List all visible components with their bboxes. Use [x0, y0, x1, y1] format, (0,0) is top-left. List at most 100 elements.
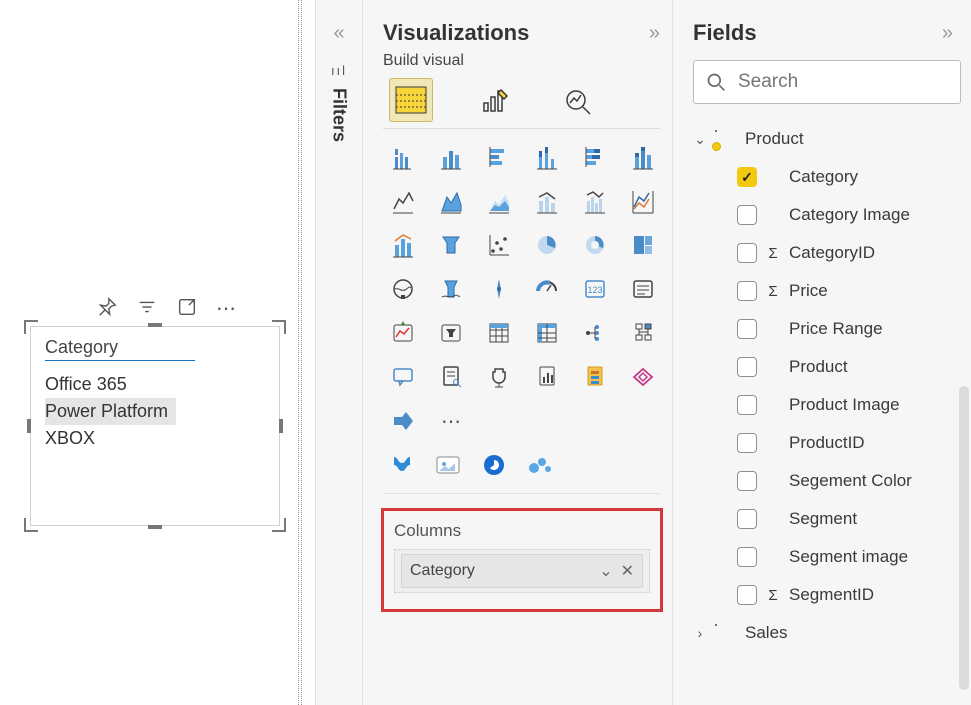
custom-visual-3-icon[interactable]	[479, 451, 509, 479]
viz-type-icon[interactable]	[383, 183, 423, 219]
field-checkbox[interactable]	[737, 509, 757, 529]
viz-type-icon[interactable]	[479, 139, 519, 175]
field-checkbox[interactable]	[737, 585, 757, 605]
fields-search-box[interactable]	[693, 60, 961, 104]
fields-column-row[interactable]: Category Image	[693, 196, 971, 234]
field-checkbox[interactable]	[737, 167, 757, 187]
field-checkbox[interactable]	[737, 243, 757, 263]
fields-column-row[interactable]: ΣPrice	[693, 272, 971, 310]
pin-icon[interactable]	[96, 296, 118, 323]
field-dropdown-icon[interactable]: ⌄	[599, 561, 612, 581]
viz-type-icon[interactable]	[527, 227, 567, 263]
fields-column-row[interactable]: ΣCategoryID	[693, 234, 971, 272]
viz-type-icon[interactable]	[479, 183, 519, 219]
custom-visual-2-icon[interactable]	[433, 451, 463, 479]
search-input[interactable]	[736, 70, 948, 94]
fields-column-row[interactable]: Segement Color	[693, 462, 971, 500]
fields-column-row[interactable]: Price Range	[693, 310, 971, 348]
slicer-visual[interactable]: Category Office 365Power PlatformXBOX	[30, 326, 280, 526]
viz-type-icon[interactable]	[527, 359, 567, 395]
visualization-type-grid: 123 ⋯	[383, 137, 660, 441]
field-checkbox[interactable]	[737, 395, 757, 415]
caret-icon[interactable]: ›	[693, 625, 707, 641]
viz-type-icon[interactable]	[479, 271, 519, 307]
custom-visual-4-icon[interactable]	[525, 451, 555, 479]
sigma-icon: Σ	[765, 587, 781, 604]
field-checkbox[interactable]	[737, 205, 757, 225]
viz-type-icon[interactable]	[383, 403, 423, 439]
tab-format-visual[interactable]	[473, 78, 517, 122]
more-options-icon[interactable]: ⋯	[216, 296, 236, 323]
viz-type-icon[interactable]	[575, 315, 615, 351]
tab-build-visual[interactable]	[389, 78, 433, 122]
slicer-item[interactable]: Office 365	[45, 371, 265, 398]
viz-type-icon[interactable]	[383, 227, 423, 263]
viz-type-icon[interactable]	[431, 271, 471, 307]
fields-column-row[interactable]: ProductID	[693, 424, 971, 462]
viz-type-icon[interactable]: 123	[575, 271, 615, 307]
fields-column-row[interactable]: Product Image	[693, 386, 971, 424]
viz-type-icon[interactable]	[383, 139, 423, 175]
custom-visual-1-icon[interactable]	[387, 451, 417, 479]
viz-type-icon[interactable]	[431, 183, 471, 219]
viz-type-icon[interactable]	[431, 139, 471, 175]
slicer-item[interactable]: Power Platform	[45, 398, 176, 425]
viz-type-icon[interactable]	[575, 139, 615, 175]
fields-column-row[interactable]: Category	[693, 158, 971, 196]
viz-type-icon[interactable]	[527, 271, 567, 307]
viz-type-icon[interactable]	[575, 227, 615, 263]
slicer-item[interactable]: XBOX	[45, 425, 265, 452]
fields-table-row[interactable]: › Sales	[693, 614, 971, 652]
caret-icon[interactable]: ⌄	[693, 131, 707, 148]
viz-type-icon[interactable]	[431, 359, 471, 395]
expand-filters-icon[interactable]: «	[316, 22, 362, 45]
fields-scrollbar[interactable]	[959, 386, 969, 690]
viz-type-icon[interactable]	[431, 315, 471, 351]
table-name: Sales	[745, 623, 788, 643]
columns-field-pill[interactable]: Category ⌄ ✕	[401, 554, 643, 588]
field-checkbox[interactable]	[737, 471, 757, 491]
viz-type-icon[interactable]	[527, 139, 567, 175]
viz-type-icon[interactable]	[623, 359, 663, 395]
viz-type-icon[interactable]	[431, 227, 471, 263]
fields-column-row[interactable]: Product	[693, 348, 971, 386]
field-name: ProductID	[789, 433, 865, 453]
field-checkbox[interactable]	[737, 433, 757, 453]
viz-type-icon[interactable]	[383, 271, 423, 307]
viz-type-icon[interactable]	[479, 227, 519, 263]
viz-type-icon[interactable]	[623, 183, 663, 219]
viz-type-icon[interactable]	[527, 183, 567, 219]
fields-column-row[interactable]: Segment image	[693, 538, 971, 576]
viz-type-icon[interactable]	[383, 315, 423, 351]
viz-type-icon[interactable]	[575, 359, 615, 395]
viz-type-icon[interactable]	[479, 359, 519, 395]
focus-mode-icon[interactable]	[176, 296, 198, 323]
fields-table-row[interactable]: ⌄Product	[693, 120, 971, 158]
field-checkbox[interactable]	[737, 357, 757, 377]
field-name: Category	[789, 167, 858, 187]
viz-type-icon[interactable]	[623, 227, 663, 263]
viz-type-icon[interactable]	[623, 139, 663, 175]
viz-type-icon[interactable]	[527, 315, 567, 351]
collapse-fields-icon[interactable]: »	[942, 22, 953, 45]
fields-column-row[interactable]: ΣSegmentID	[693, 576, 971, 614]
custom-visuals-row	[383, 441, 660, 494]
field-checkbox[interactable]	[737, 281, 757, 301]
tab-analytics[interactable]	[557, 78, 601, 122]
field-checkbox[interactable]	[737, 547, 757, 567]
visualizations-title: Visualizations	[383, 20, 529, 46]
collapse-viz-icon[interactable]: »	[649, 22, 660, 45]
filter-icon[interactable]	[136, 296, 158, 323]
filters-panel-collapsed[interactable]: « ııl Filters	[315, 0, 363, 705]
columns-well[interactable]: Category ⌄ ✕	[394, 549, 650, 593]
field-checkbox[interactable]	[737, 319, 757, 339]
fields-column-row[interactable]: Segment	[693, 500, 971, 538]
field-remove-icon[interactable]: ✕	[621, 561, 634, 581]
viz-type-icon[interactable]	[623, 271, 663, 307]
viz-type-icon[interactable]	[479, 315, 519, 351]
viz-tab-strip	[383, 76, 660, 129]
viz-type-icon[interactable]	[623, 315, 663, 351]
viz-type-icon[interactable]	[575, 183, 615, 219]
viz-more-icon[interactable]: ⋯	[431, 403, 471, 439]
viz-type-icon[interactable]	[383, 359, 423, 395]
